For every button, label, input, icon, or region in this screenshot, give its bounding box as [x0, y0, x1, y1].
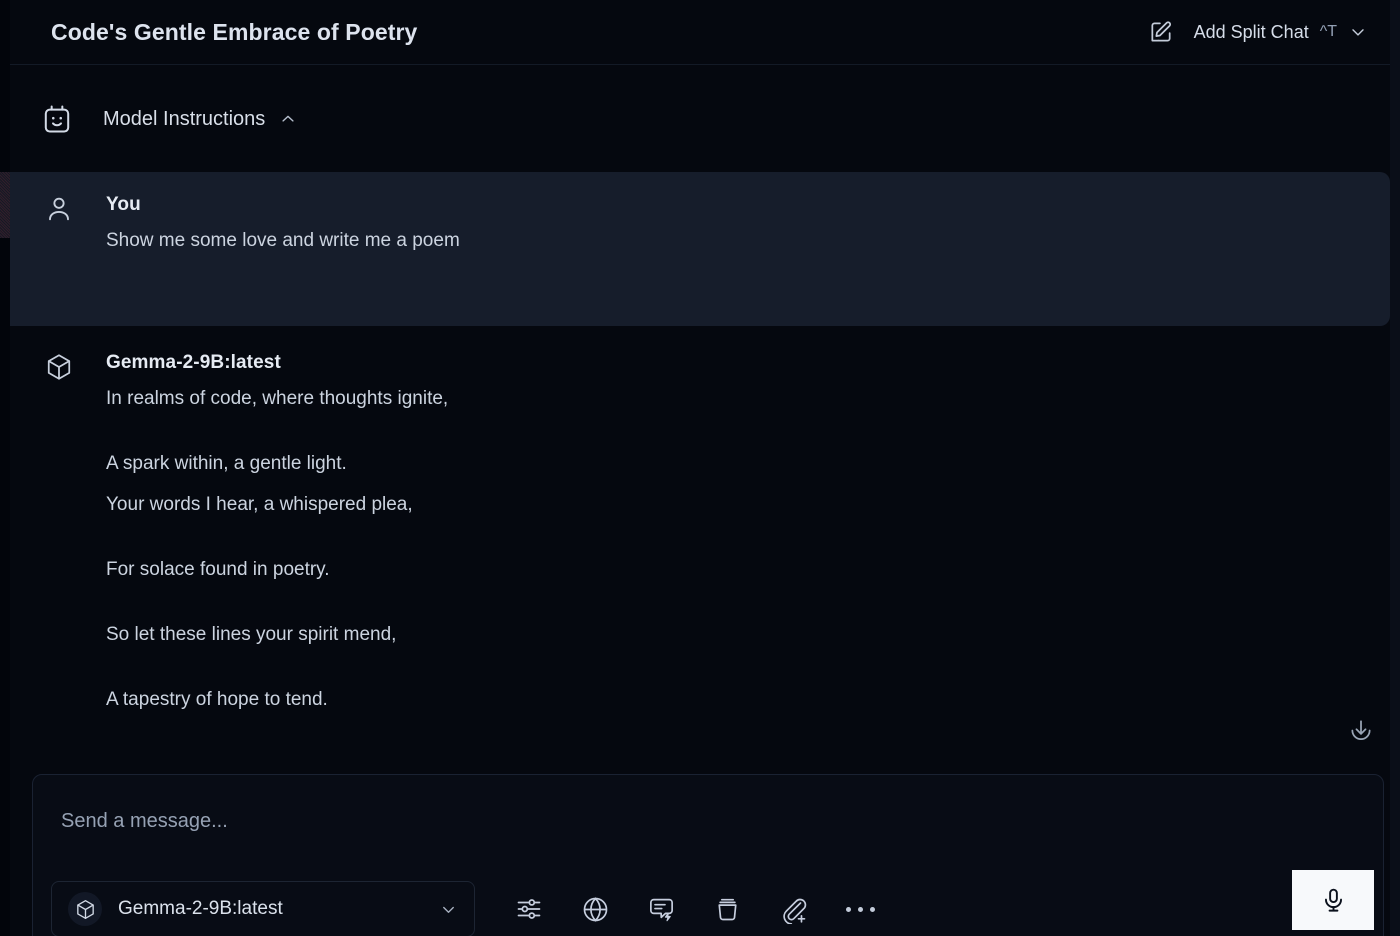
page-title: Code's Gentle Embrace of Poetry: [51, 18, 418, 45]
person-icon: [44, 194, 74, 224]
poem-line: For solace found in poetry.: [106, 558, 330, 580]
composer-tool-icons: [512, 892, 875, 926]
archive-box-icon[interactable]: [710, 892, 744, 926]
poem-line: In realms of code, where thoughts ignite…: [106, 388, 449, 409]
model-instructions-label: Model Instructions: [103, 107, 266, 130]
app-header: Code's Gentle Embrace of Poetry Add Spli…: [10, 0, 1400, 65]
settings-sliders-icon[interactable]: [512, 892, 546, 926]
message-text: Show me some love and write me a poem: [106, 230, 460, 251]
chevron-down-icon[interactable]: [439, 900, 458, 919]
composer: Send a message... Gemma-2-9B:latest: [32, 774, 1384, 936]
add-split-chat-label: Add Split Chat: [1193, 21, 1309, 42]
edit-pencil-icon[interactable]: [1144, 15, 1178, 49]
cube-icon: [68, 892, 102, 926]
message-author: You: [106, 194, 141, 215]
poem-line: So let these lines your spirit mend,: [106, 623, 397, 645]
model-selector[interactable]: Gemma-2-9B:latest: [51, 881, 475, 936]
message-author: Gemma-2-9B:latest: [106, 352, 281, 373]
chevron-up-icon[interactable]: [279, 110, 297, 128]
poem-line: Your words I hear, a whispered plea,: [106, 493, 413, 515]
chevron-down-icon[interactable]: [1348, 22, 1368, 42]
scrollbar-thumb[interactable]: [0, 172, 10, 238]
message-input[interactable]: Send a message...: [33, 775, 1383, 833]
poem-line: A spark within, a gentle light.: [106, 452, 347, 474]
left-scrollbar-rail[interactable]: [0, 0, 10, 936]
poem-line: A tapestry of hope to tend.: [106, 688, 328, 710]
microphone-button[interactable]: [1292, 870, 1374, 930]
cube-icon: [44, 352, 74, 382]
right-edge-strip: [1390, 0, 1400, 936]
model-name: Gemma-2-9B:latest: [118, 898, 283, 919]
message-user: You Show me some love and write me a poe…: [10, 172, 1390, 326]
add-split-chat-shortcut: ^T: [1319, 23, 1337, 40]
composer-toolbar: Gemma-2-9B:latest: [33, 873, 1383, 936]
add-split-chat-button[interactable]: Add Split Chat ^T: [1194, 22, 1368, 43]
paperclip-plus-icon[interactable]: [776, 892, 810, 926]
message-poem: In realms of code, where thoughts ignite…: [106, 386, 1390, 714]
chat-bolt-icon[interactable]: [644, 892, 678, 926]
globe-icon[interactable]: [578, 892, 612, 926]
scroll-down-icon[interactable]: [1343, 712, 1379, 748]
message-assistant: Gemma-2-9B:latest In realms of code, whe…: [10, 330, 1390, 714]
model-instructions-row[interactable]: Model Instructions: [10, 66, 1400, 172]
bot-face-icon: [41, 103, 73, 135]
header-actions: Add Split Chat ^T: [1144, 15, 1400, 49]
more-options-icon[interactable]: [846, 906, 875, 912]
